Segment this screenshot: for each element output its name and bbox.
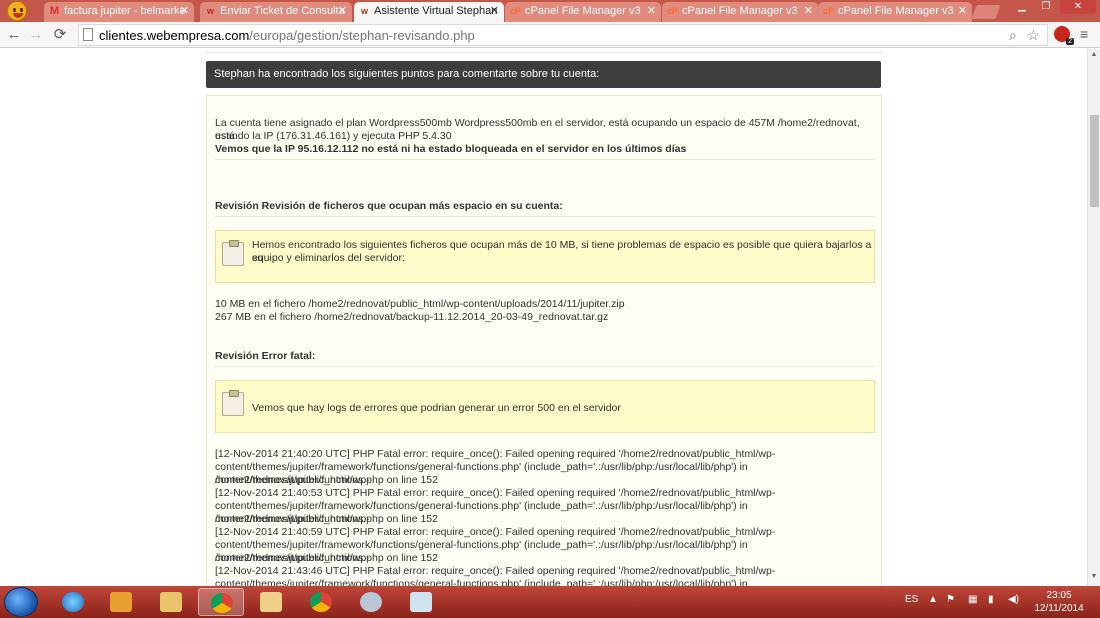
language-indicator[interactable]: ES bbox=[905, 594, 918, 605]
log-line: content/themes/jupiter/functions.php on … bbox=[215, 474, 438, 486]
webempresa-icon: w bbox=[206, 6, 214, 16]
divider bbox=[215, 366, 875, 367]
tab-gmail[interactable]: M factura jupiter - belmarke ✕ bbox=[44, 2, 194, 22]
extension-icon[interactable]: 2 bbox=[1054, 26, 1074, 45]
minimize-button[interactable]: ▁ bbox=[1012, 0, 1032, 14]
tab-label: cPanel File Manager v3 bbox=[525, 5, 641, 17]
close-icon[interactable]: ✕ bbox=[490, 2, 499, 20]
log-line: [12-Nov-2014 21:40:20 UTC] PHP Fatal err… bbox=[215, 448, 776, 460]
back-button[interactable]: ← bbox=[4, 25, 24, 45]
scrollbar-thumb[interactable] bbox=[1090, 115, 1099, 207]
page-viewport: Stephan ha encontrado los siguientes pun… bbox=[0, 49, 1087, 586]
clock-date: 12/11/2014 bbox=[1034, 603, 1084, 614]
scroll-down-icon[interactable]: ▼ bbox=[1090, 573, 1098, 580]
files-notice: Hemos encontrado los siguientes ficheros… bbox=[215, 230, 875, 283]
close-icon[interactable]: ✕ bbox=[338, 2, 347, 20]
forward-button[interactable]: → bbox=[26, 25, 46, 45]
page-icon bbox=[83, 28, 93, 41]
file-entry: 267 MB en el fichero /home2/rednovat/bac… bbox=[215, 311, 609, 323]
folder-icon[interactable] bbox=[248, 588, 294, 616]
volume-icon[interactable]: ◀) bbox=[1008, 594, 1019, 605]
webempresa-icon: w bbox=[360, 6, 368, 16]
stephan-banner: Stephan ha encontrado los siguientes pun… bbox=[206, 61, 881, 88]
log-line: [12-Nov-2014 21:40:59 UTC] PHP Fatal err… bbox=[215, 526, 776, 538]
restore-button[interactable]: ❐ bbox=[1036, 0, 1056, 14]
log-line: content/themes/jupiter/functions.php on … bbox=[215, 513, 438, 525]
account-info-line: usando la IP (176.31.46.161) y ejecuta P… bbox=[215, 130, 452, 142]
files-section-title: Revisión Revisión de ficheros que ocupan… bbox=[215, 200, 563, 212]
url-host: clientes.webempresa.com bbox=[99, 28, 250, 43]
review-panel: La cuenta tiene asignado el plan Wordpre… bbox=[206, 95, 882, 586]
network-icon[interactable]: ▦ bbox=[968, 594, 977, 605]
log-line: content/themes/jupiter/framework/functio… bbox=[215, 578, 748, 586]
file-entry: 10 MB en el fichero /home2/rednovat/publ… bbox=[215, 298, 625, 310]
notice-text: equipo y eliminarlos del servidor: bbox=[252, 252, 405, 264]
start-button[interactable] bbox=[4, 587, 38, 617]
error-notice: Vemos que hay logs de errores que podria… bbox=[215, 380, 875, 433]
tab-label: factura jupiter - belmarke bbox=[64, 5, 186, 17]
signal-icon[interactable]: ▮ bbox=[988, 594, 994, 605]
cpanel-icon: cP bbox=[823, 6, 835, 16]
divider bbox=[215, 216, 875, 217]
file-explorer-icon[interactable] bbox=[148, 588, 194, 616]
chrome-icon[interactable] bbox=[298, 588, 344, 616]
tab-label: Enviar Ticket de Consulta bbox=[220, 5, 345, 17]
extension-badge: 2 bbox=[1066, 38, 1074, 45]
url-text[interactable]: clientes.webempresa.com/europa/gestion/s… bbox=[99, 28, 475, 43]
tab-enviar-ticket[interactable]: w Enviar Ticket de Consulta ✕ bbox=[200, 2, 352, 22]
chrome-icon[interactable] bbox=[198, 588, 244, 616]
clipboard-icon bbox=[222, 390, 244, 416]
clock[interactable]: 23:05 12/11/2014 bbox=[1030, 589, 1088, 615]
log-line: [12-Nov-2014 21:40:53 UTC] PHP Fatal err… bbox=[215, 487, 776, 499]
tab-label: cPanel File Manager v3 bbox=[682, 5, 798, 17]
ip-status: Vemos que la IP 95.16.12.112 no está ni … bbox=[215, 143, 687, 155]
tab-cpanel-2[interactable]: cP cPanel File Manager v3 ✕ bbox=[662, 2, 818, 22]
log-line: content/themes/jupiter/functions.php on … bbox=[215, 552, 438, 564]
gmail-icon: M bbox=[49, 5, 60, 17]
close-icon[interactable]: ✕ bbox=[804, 2, 813, 20]
show-hidden-icons-icon[interactable]: ▲ bbox=[928, 594, 938, 605]
address-bar[interactable]: clientes.webempresa.com/europa/gestion/s… bbox=[78, 24, 1048, 46]
error-section-title: Revisión Error fatal: bbox=[215, 350, 316, 362]
flag-icon[interactable]: ⚑ bbox=[946, 594, 955, 605]
close-icon[interactable]: ✕ bbox=[180, 2, 189, 20]
log-line: [12-Nov-2014 21:43:46 UTC] PHP Fatal err… bbox=[215, 565, 776, 577]
clock-time: 23:05 bbox=[1046, 590, 1072, 601]
close-icon[interactable]: ✕ bbox=[958, 2, 967, 20]
close-window-button[interactable]: ✕ bbox=[1060, 0, 1096, 14]
star-icon[interactable]: ☆ bbox=[1027, 27, 1040, 44]
tab-cpanel-3[interactable]: cP cPanel File Manager v3 ✕ bbox=[818, 2, 972, 22]
search-icon[interactable]: ⌕ bbox=[1009, 27, 1017, 44]
cpanel-icon: cP bbox=[510, 6, 522, 16]
tab-label: Asistente Virtual Stephan bbox=[374, 5, 498, 17]
tab-strip: M factura jupiter - belmarke ✕ w Enviar … bbox=[0, 0, 1100, 23]
vertical-scrollbar[interactable]: ▲ ▼ bbox=[1087, 49, 1100, 586]
close-icon[interactable]: ✕ bbox=[647, 2, 656, 20]
divider bbox=[215, 159, 875, 160]
cpanel-icon: cP bbox=[667, 6, 679, 16]
smiley-icon bbox=[7, 1, 27, 21]
clipboard-icon bbox=[222, 240, 244, 266]
scroll-up-icon[interactable]: ▲ bbox=[1090, 51, 1098, 58]
tab-label: cPanel File Manager v3 bbox=[838, 5, 954, 17]
internet-explorer-icon[interactable] bbox=[50, 588, 96, 616]
menu-icon[interactable]: ≡ bbox=[1080, 26, 1088, 42]
media-player-icon[interactable] bbox=[98, 588, 144, 616]
reload-button[interactable]: ⟳ bbox=[50, 25, 70, 45]
divider bbox=[206, 49, 882, 53]
url-path: /europa/gestion/stephan-revisando.php bbox=[249, 28, 475, 43]
tab-asistente-virtual[interactable]: w Asistente Virtual Stephan ✕ bbox=[354, 2, 504, 23]
new-tab-button[interactable] bbox=[971, 5, 1001, 19]
browser-toolbar: ← → ⟳ clientes.webempresa.com/europa/ges… bbox=[0, 22, 1100, 48]
notes-icon[interactable] bbox=[398, 588, 444, 616]
paint-icon[interactable] bbox=[348, 588, 394, 616]
profile-avatar[interactable] bbox=[4, 0, 30, 22]
notice-text: Vemos que hay logs de errores que podria… bbox=[252, 402, 621, 414]
taskbar: ES ▲ ⚑ ▦ ▮ ◀) 23:05 12/11/2014 bbox=[0, 586, 1100, 618]
tab-cpanel-1[interactable]: cP cPanel File Manager v3 ✕ bbox=[505, 2, 661, 22]
